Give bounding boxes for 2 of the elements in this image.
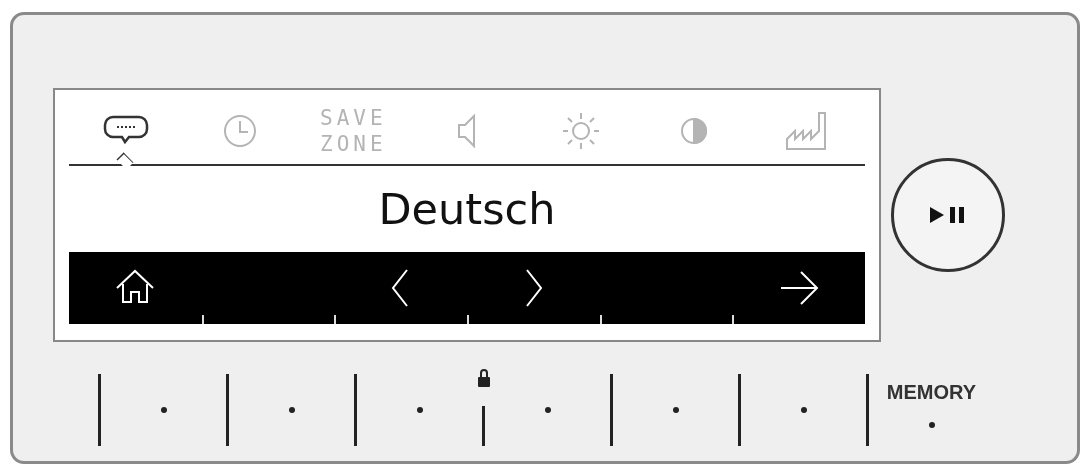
memory-key[interactable]: MEMORY (869, 362, 994, 446)
language-value: Deutsch (378, 183, 556, 236)
